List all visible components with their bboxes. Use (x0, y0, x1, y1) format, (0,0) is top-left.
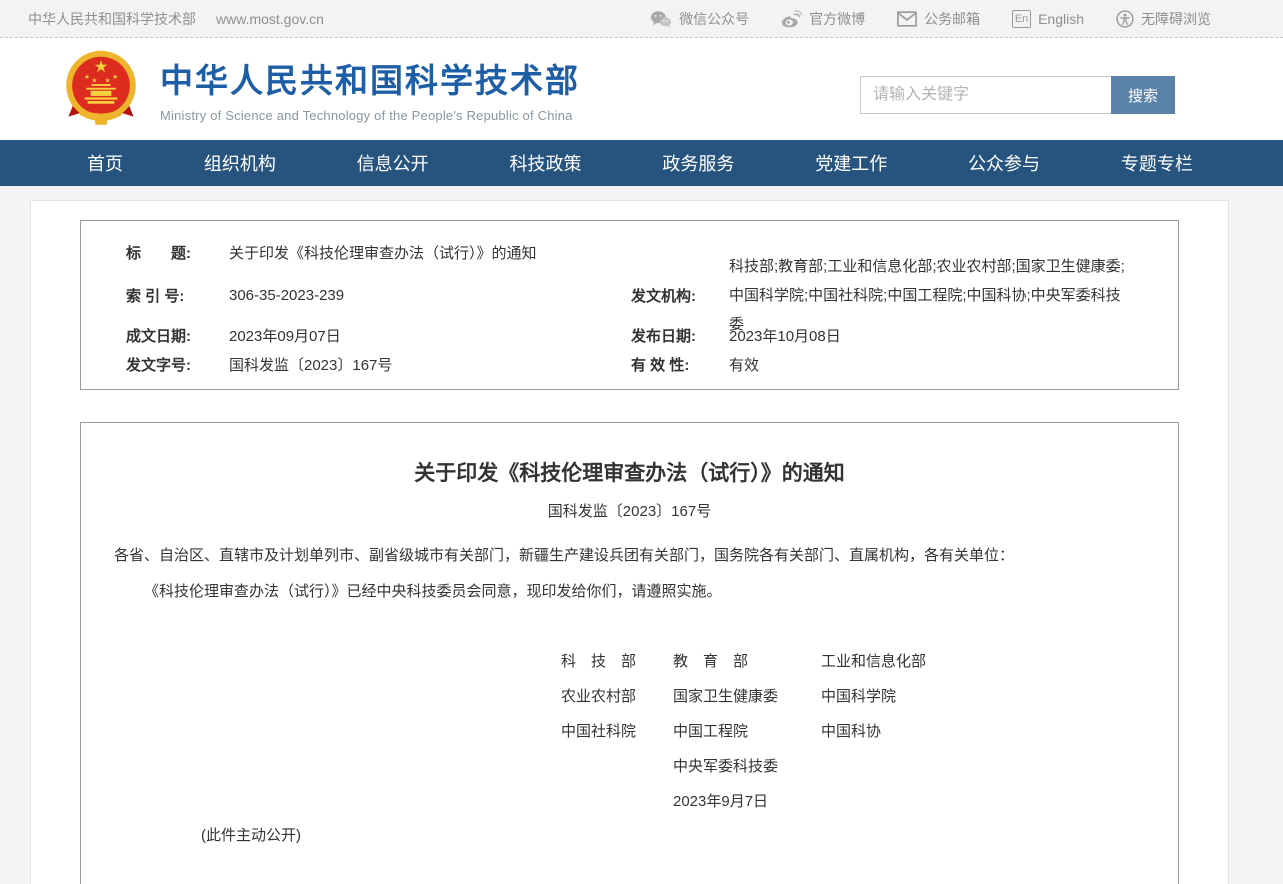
document-metadata-box: 标 题: 关于印发《科技伦理审查办法（试行）》的通知 索 引 号: 306-35… (80, 220, 1179, 390)
signature-cell: 科 技 部 (561, 650, 673, 671)
english-label: English (1038, 11, 1084, 27)
main-content: 标 题: 关于印发《科技伦理审查办法（试行）》的通知 索 引 号: 306-35… (0, 186, 1283, 884)
nav-item-gov-services[interactable]: 政务服务 (662, 150, 734, 176)
weibo-link[interactable]: 官方微博 (781, 9, 865, 29)
document-title: 关于印发《科技伦理审查办法（试行）》的通知 (81, 459, 1178, 489)
main-nav: 首页 组织机构 信息公开 科技政策 政务服务 党建工作 公众参与 专题专栏 (0, 140, 1283, 186)
site-header: ★ ★ ★ ★ ★ 中华人民共和国科学技术部 Ministry of Scien… (0, 38, 1283, 140)
nav-item-sci-tech-policy[interactable]: 科技政策 (510, 150, 582, 176)
signature-cell: 中国科学院 (821, 685, 1178, 706)
metadata-left-column: 索 引 号: 306-35-2023-239 成文日期: 2023年09月07日… (81, 269, 631, 379)
search-button[interactable]: 搜索 (1111, 76, 1175, 114)
signature-cell: 教 育 部 (673, 650, 821, 671)
nav-item-home[interactable]: 首页 (87, 150, 123, 176)
accessibility-label: 无障碍浏览 (1141, 9, 1211, 29)
document-body-box: 关于印发《科技伦理审查办法（试行）》的通知 国科发监〔2023〕167号 各省、… (80, 422, 1179, 884)
signature-row: 中央军委科技委 (561, 748, 1178, 783)
meta-title-label: 标 题: (126, 242, 229, 263)
svg-text:★: ★ (105, 78, 111, 85)
mail-label: 公务邮箱 (924, 9, 980, 29)
nav-item-public-participation[interactable]: 公众参与 (968, 150, 1040, 176)
meta-date-written-label: 成文日期: (126, 325, 229, 346)
signature-cell: 中国工程院 (673, 720, 821, 741)
accessibility-icon (1116, 10, 1134, 28)
wechat-link[interactable]: 微信公众号 (650, 9, 749, 29)
search-input[interactable] (860, 76, 1111, 114)
svg-text:★: ★ (91, 78, 97, 85)
metadata-right-column: 发文机构: 科技部;教育部;工业和信息化部;农业农村部;国家卫生健康委;中国科学… (631, 269, 1178, 379)
signature-date-row: 2023年9月7日 (561, 783, 1178, 818)
content-panel: 标 题: 关于印发《科技伦理审查办法（试行）》的通知 索 引 号: 306-35… (30, 200, 1229, 884)
english-icon: En (1012, 10, 1031, 28)
signature-block: 科 技 部 教 育 部 工业和信息化部 农业农村部 国家卫生健康委 中国科学院 … (561, 643, 1178, 818)
document-paragraph: 《科技伦理审查办法（试行）》已经中央科技委员会同意，现印发给你们，请遵照实施。 (114, 579, 1145, 605)
nav-item-organization[interactable]: 组织机构 (204, 150, 276, 176)
mail-link[interactable]: 公务邮箱 (897, 9, 980, 29)
signature-cell: 中央军委科技委 (673, 755, 821, 776)
signature-cell: 工业和信息化部 (821, 650, 1178, 671)
meta-doc-number-label: 发文字号: (126, 354, 229, 375)
meta-date-written-value: 2023年09月07日 (229, 325, 341, 346)
meta-org-label: 发文机构: (631, 285, 729, 306)
wechat-icon (650, 10, 672, 28)
nav-item-info-disclosure[interactable]: 信息公开 (357, 150, 429, 176)
nav-item-party-building[interactable]: 党建工作 (815, 150, 887, 176)
topbar-site-url[interactable]: www.most.gov.cn (216, 11, 324, 27)
signature-date: 2023年9月7日 (673, 790, 821, 811)
svg-text:★: ★ (112, 74, 118, 81)
meta-doc-number-value: 国科发监〔2023〕167号 (229, 354, 392, 375)
signature-cell: 国家卫生健康委 (673, 685, 821, 706)
nav-item-special-topics[interactable]: 专题专栏 (1121, 150, 1193, 176)
site-title: 中华人民共和国科学技术部 (160, 54, 580, 102)
meta-date-published-label: 发布日期: (631, 325, 729, 346)
accessibility-link[interactable]: 无障碍浏览 (1116, 9, 1211, 29)
meta-date-published-value: 2023年10月08日 (729, 325, 841, 346)
signature-cell: 农业农村部 (561, 685, 673, 706)
meta-index-label: 索 引 号: (126, 285, 229, 306)
meta-title-value: 关于印发《科技伦理审查办法（试行）》的通知 (229, 242, 537, 263)
document-paragraph: 各省、自治区、直辖市及计划单列市、副省级城市有关部门，新疆生产建设兵团有关部门，… (114, 543, 1145, 569)
signature-cell: 中国社科院 (561, 720, 673, 741)
topbar-site-name: 中华人民共和国科学技术部 (28, 9, 196, 29)
document-number: 国科发监〔2023〕167号 (81, 501, 1178, 523)
mail-icon (897, 11, 917, 27)
document-disclosure-note: (此件主动公开) (201, 826, 1178, 846)
svg-text:★: ★ (84, 74, 90, 81)
signature-row: 农业农村部 国家卫生健康委 中国科学院 (561, 678, 1178, 713)
weibo-label: 官方微博 (809, 9, 865, 29)
meta-index-value: 306-35-2023-239 (229, 287, 344, 304)
site-subtitle: Ministry of Science and Technology of th… (160, 108, 580, 123)
national-emblem-logo: ★ ★ ★ ★ ★ (64, 50, 138, 135)
english-link[interactable]: En English (1012, 10, 1084, 28)
meta-validity-label: 有 效 性: (631, 354, 729, 375)
weibo-icon (781, 10, 802, 28)
svg-text:★: ★ (94, 58, 109, 76)
signature-row: 科 技 部 教 育 部 工业和信息化部 (561, 643, 1178, 678)
signature-cell: 中国科协 (821, 720, 1178, 741)
meta-validity-value: 有效 (729, 354, 759, 375)
signature-row: 中国社科院 中国工程院 中国科协 (561, 713, 1178, 748)
search-bar: 搜索 (860, 76, 1175, 114)
wechat-label: 微信公众号 (679, 9, 749, 29)
top-utility-bar: 中华人民共和国科学技术部 www.most.gov.cn 微信公众号 (0, 0, 1283, 38)
